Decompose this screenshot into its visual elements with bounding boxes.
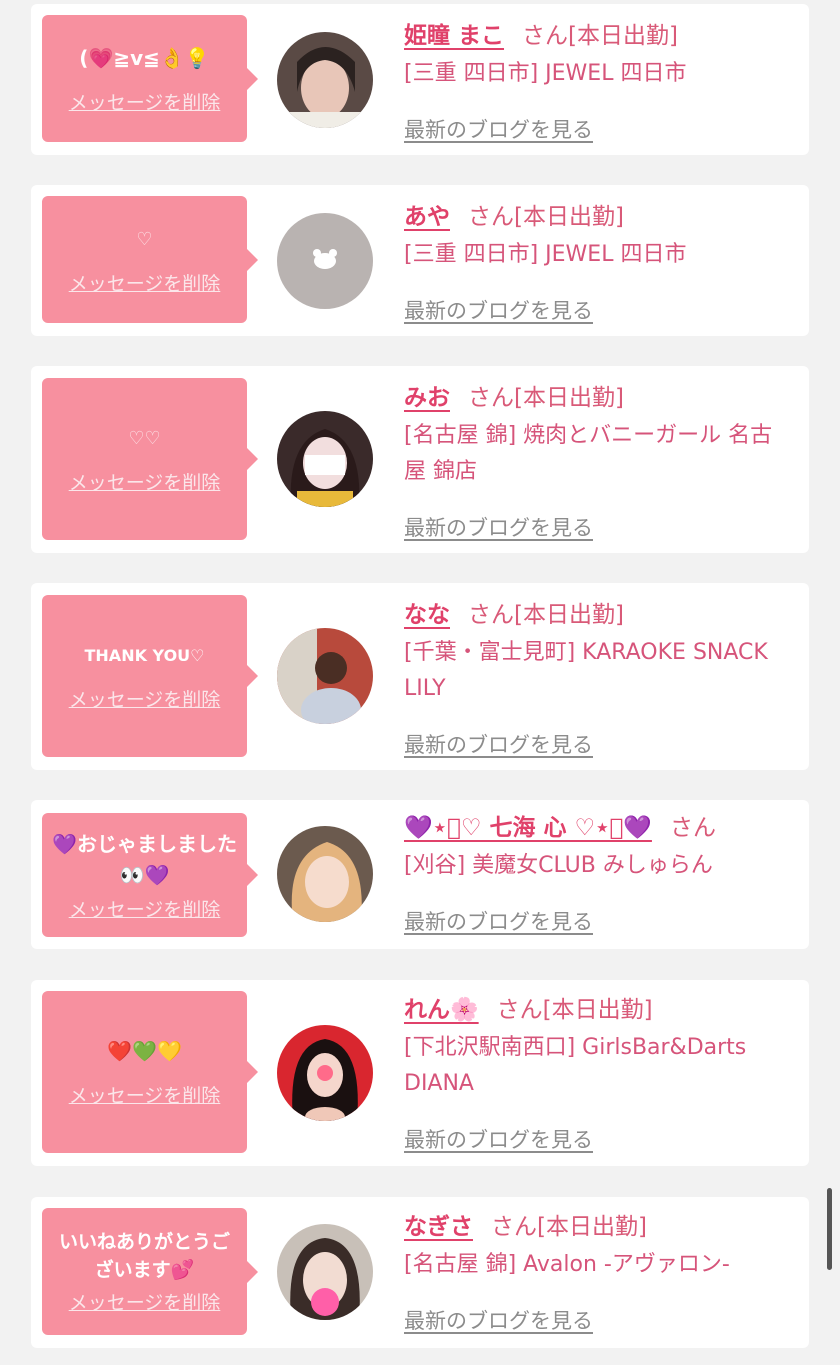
message-card: THANK YOU♡ メッセージを削除 なな さん[本日出勤] [千葉・富士見町]… xyxy=(31,583,809,770)
avatar[interactable] xyxy=(277,1224,373,1320)
cast-info: れん🌸 さん[本日出勤] [下北沢駅南西口] GirlsBar&Darts DIA… xyxy=(404,994,789,1152)
default-avatar-icon[interactable] xyxy=(277,213,373,309)
cast-info: なぎさ さん[本日出勤] [名古屋 錦] Avalon -アヴァロン- 最新のブロ… xyxy=(404,1211,789,1333)
shop-name: [刈谷] 美魔女CLUB みしゅらん xyxy=(404,853,713,878)
message-card: (💗≧v≦👌💡 メッセージを削除 姫瞳 まこ さん[本日出勤] [三重 四日市] … xyxy=(31,4,809,155)
honorific: さん xyxy=(669,815,716,841)
cast-name-link[interactable]: 姫瞳 まこ xyxy=(404,23,504,49)
cast-info: みお さん[本日出勤] [名古屋 錦] 焼肉とバニーガール 名古屋 錦店 最新のブ… xyxy=(404,382,789,540)
status-label: [本日出勤] xyxy=(514,602,624,628)
scrollbar[interactable] xyxy=(827,1188,832,1270)
avatar[interactable] xyxy=(277,826,373,922)
honorific: さん xyxy=(491,1214,537,1240)
shop-name: [名古屋 錦] 焼肉とバニーガール 名古屋 錦店 xyxy=(404,423,773,484)
delete-message-link[interactable]: メッセージを削除 xyxy=(69,1081,221,1108)
message-card: ♡♡ メッセージを削除 みお さん[本日出勤] [名古屋 錦] 焼肉とバニーガール… xyxy=(31,366,809,553)
cast-name-link[interactable]: なな xyxy=(404,602,450,628)
honorific: さん xyxy=(496,997,543,1023)
blog-link[interactable]: 最新のブログを見る xyxy=(404,295,593,325)
status-label: [本日出勤] xyxy=(542,997,653,1023)
blog-link[interactable]: 最新のブログを見る xyxy=(404,906,593,936)
shop-name: [名古屋 錦] Avalon -アヴァロン- xyxy=(404,1252,730,1277)
blog-link[interactable]: 最新のブログを見る xyxy=(404,1305,593,1335)
status-label: [本日出勤] xyxy=(514,385,624,411)
cast-info: 姫瞳 まこ さん[本日出勤] [三重 四日市] JEWEL 四日市 最新のブログを… xyxy=(404,20,789,142)
cast-name-link[interactable]: 💜⋆͛♡ 七海 心 ♡⋆͛💜 xyxy=(404,815,652,841)
delete-message-link[interactable]: メッセージを削除 xyxy=(69,269,221,296)
delete-message-link[interactable]: メッセージを削除 xyxy=(69,468,221,495)
cast-name-link[interactable]: れん🌸 xyxy=(404,997,479,1023)
message-bubble: 💜おじゃましました👀💜 メッセージを削除 xyxy=(42,813,258,937)
message-text: ❤️💚💛 xyxy=(107,1039,182,1063)
delete-message-link[interactable]: メッセージを削除 xyxy=(69,685,221,712)
blog-link[interactable]: 最新のブログを見る xyxy=(404,1124,593,1154)
cast-name-link[interactable]: あや xyxy=(404,204,450,230)
blog-link[interactable]: 最新のブログを見る xyxy=(404,729,593,759)
avatar[interactable] xyxy=(277,1025,373,1121)
delete-message-link[interactable]: メッセージを削除 xyxy=(69,895,221,922)
shop-name: [三重 四日市] JEWEL 四日市 xyxy=(404,61,687,86)
message-text: THANK YOU♡ xyxy=(84,646,205,665)
message-text: ♡♡ xyxy=(128,428,161,449)
message-text: ♡ xyxy=(136,228,153,250)
message-bubble: ❤️💚💛 メッセージを削除 xyxy=(42,991,258,1153)
message-text: 💜おじゃましました👀💜 xyxy=(52,831,237,887)
message-text: いいねありがとうございます💕 xyxy=(58,1231,230,1281)
message-bubble: ♡ メッセージを削除 xyxy=(42,196,258,323)
avatar[interactable] xyxy=(277,32,373,128)
honorific: さん xyxy=(468,602,514,628)
message-card: ❤️💚💛 メッセージを削除 れん🌸 さん[本日出勤] [下北沢駅南西口] Girl… xyxy=(31,980,809,1166)
honorific: さん xyxy=(468,204,514,230)
honorific: さん xyxy=(522,23,569,49)
message-bubble: (💗≧v≦👌💡 メッセージを削除 xyxy=(42,15,258,142)
message-bubble: ♡♡ メッセージを削除 xyxy=(42,378,258,540)
honorific: さん xyxy=(468,385,514,411)
cast-info: あや さん[本日出勤] [三重 四日市] JEWEL 四日市 最新のブログを見る xyxy=(404,201,789,323)
cast-name-link[interactable]: みお xyxy=(404,385,450,411)
delete-message-link[interactable]: メッセージを削除 xyxy=(69,88,221,115)
message-bubble: THANK YOU♡ メッセージを削除 xyxy=(42,595,258,757)
delete-message-link[interactable]: メッセージを削除 xyxy=(69,1288,221,1315)
shop-name: [三重 四日市] JEWEL 四日市 xyxy=(404,242,687,267)
blog-link[interactable]: 最新のブログを見る xyxy=(404,114,593,144)
blog-link[interactable]: 最新のブログを見る xyxy=(404,512,593,542)
message-text: (💗≧v≦👌💡 xyxy=(79,45,210,70)
cast-info: なな さん[本日出勤] [千葉・富士見町] KARAOKE SNACK LILY … xyxy=(404,599,789,757)
avatar[interactable] xyxy=(277,628,373,724)
status-label: [本日出勤] xyxy=(537,1214,647,1240)
cast-info: 💜⋆͛♡ 七海 心 ♡⋆͛💜 さん [刈谷] 美魔女CLUB みしゅらん 最新のブ… xyxy=(404,812,789,934)
message-card: 💜おじゃましました👀💜 メッセージを削除 💜⋆͛♡ 七海 心 ♡⋆͛💜 さん [刈… xyxy=(31,800,809,949)
shop-name: [千葉・富士見町] KARAOKE SNACK LILY xyxy=(404,640,768,701)
avatar[interactable] xyxy=(277,411,373,507)
message-bubble: いいねありがとうございます💕 メッセージを削除 xyxy=(42,1208,258,1335)
status-label: [本日出勤] xyxy=(514,204,624,230)
status-label: [本日出勤] xyxy=(568,23,678,49)
shop-name: [下北沢駅南西口] GirlsBar&Darts DIANA xyxy=(404,1035,747,1096)
cast-name-link[interactable]: なぎさ xyxy=(404,1214,473,1240)
message-card: いいねありがとうございます💕 メッセージを削除 なぎさ さん[本日出勤] [名古屋… xyxy=(31,1197,809,1348)
message-card: ♡ メッセージを削除 あや さん[本日出勤] [三重 四日市] JEWEL 四日市… xyxy=(31,185,809,336)
